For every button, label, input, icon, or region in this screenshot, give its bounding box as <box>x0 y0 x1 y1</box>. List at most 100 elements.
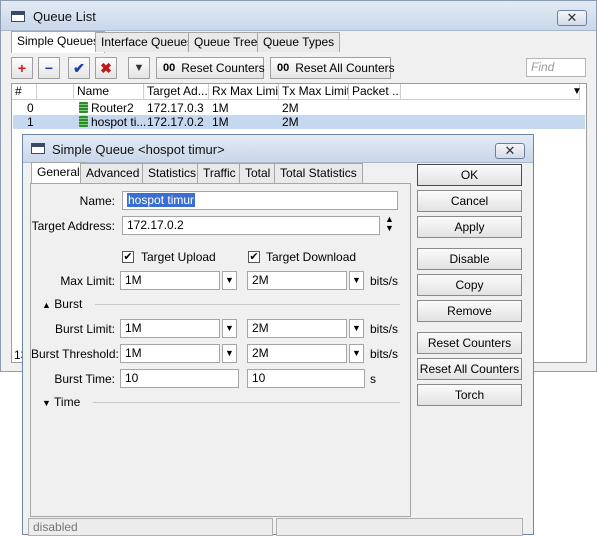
copy-button[interactable]: Copy <box>417 274 522 296</box>
cancel-button[interactable]: Cancel <box>417 190 522 212</box>
row-name-text: Router2 <box>91 101 134 115</box>
burst-threshold-label: Burst Threshold: <box>31 347 119 361</box>
queue-icon <box>79 116 88 127</box>
simple-queue-titlebar[interactable]: Simple Queue <hospot timur> ✕ <box>23 135 533 163</box>
queue-icon <box>79 102 88 113</box>
tab-statistics[interactable]: Statistics <box>142 163 203 183</box>
target-address-label: Target Address: <box>31 219 115 233</box>
row-name: Router2 <box>79 101 134 115</box>
disable-button[interactable]: ✖ <box>95 57 117 79</box>
burst-time-download-input[interactable]: 10 <box>247 369 365 388</box>
reset-all-counters-button[interactable]: 00 Reset All Counters <box>270 57 395 79</box>
reset-all-counters-button[interactable]: Reset All Counters <box>417 358 522 380</box>
time-divider <box>93 402 400 403</box>
burst-time-unit: s <box>370 372 376 386</box>
time-section-toggle[interactable]: ▼ Time <box>42 395 80 409</box>
torch-button[interactable]: Torch <box>417 384 522 406</box>
tab-queue-tree[interactable]: Queue Tree <box>188 32 264 52</box>
burst-limit-unit: bits/s <box>370 322 399 336</box>
row-tx: 2M <box>282 101 299 115</box>
name-input[interactable]: hospot timur <box>122 191 398 210</box>
column-header-target[interactable]: Target Ad... <box>144 84 209 100</box>
disable-button[interactable]: Disable <box>417 248 522 270</box>
reset-all-counters-label: Reset All Counters <box>295 61 395 75</box>
dropdown-arrow-icon[interactable]: ▼ <box>349 344 364 363</box>
burst-threshold-download-input[interactable]: 2M <box>247 344 347 363</box>
target-download-checkbox[interactable]: ✔ <box>248 251 260 263</box>
max-limit-unit: bits/s <box>370 274 399 288</box>
reset-counters-button[interactable]: 00 Reset Counters <box>156 57 265 79</box>
dropdown-arrow-icon[interactable]: ▼ <box>222 271 237 290</box>
tab-queue-types[interactable]: Queue Types <box>257 32 341 52</box>
find-input[interactable]: Find <box>526 58 586 77</box>
table-row-selected[interactable]: 1 hospot ti... 172.17.0.2 1M 2M <box>13 115 585 129</box>
tab-total[interactable]: Total <box>239 163 277 183</box>
burst-threshold-unit: bits/s <box>370 347 399 361</box>
expand-arrow-icon: ▼ <box>42 398 51 408</box>
column-header-packet[interactable]: Packet ... <box>349 84 401 100</box>
row-name: hospot ti... <box>79 115 146 129</box>
counter-icon: 00 <box>277 62 290 74</box>
filter-icon[interactable]: ▼ <box>128 57 150 79</box>
remove-button[interactable]: − <box>38 57 60 79</box>
general-panel: Name: hospot timur Target Address: 172.1… <box>30 183 411 517</box>
target-upload-label: Target Upload <box>141 250 216 264</box>
burst-time-label: Burst Time: <box>54 372 115 386</box>
column-header-blank <box>401 84 580 100</box>
row-tx: 2M <box>282 115 299 129</box>
collapse-arrow-icon: ▲ <box>42 300 51 310</box>
apply-button[interactable]: Apply <box>417 216 522 238</box>
column-header-flags[interactable] <box>37 84 74 100</box>
tab-advanced[interactable]: Advanced <box>80 163 146 183</box>
max-limit-download-input[interactable]: 2M <box>247 271 347 290</box>
target-address-updown-icon[interactable]: ▲ ▼ <box>385 215 394 233</box>
tab-traffic[interactable]: Traffic <box>197 163 242 183</box>
column-header-num[interactable]: # <box>12 84 37 100</box>
tab-general[interactable]: General <box>31 162 86 184</box>
row-rx: 1M <box>212 101 229 115</box>
ok-button[interactable]: OK <box>417 164 522 186</box>
burst-section-label: Burst <box>54 297 83 311</box>
name-input-value: hospot timur <box>127 193 196 207</box>
simple-queue-dialog: Simple Queue <hospot timur> ✕ General Ad… <box>22 134 534 536</box>
row-target: 172.17.0.2 <box>147 115 204 129</box>
queue-list-titlebar[interactable]: Queue List ✕ <box>1 1 596 31</box>
dropdown-arrow-icon[interactable]: ▼ <box>222 319 237 338</box>
simple-queue-title: Simple Queue <hospot timur> <box>52 142 225 157</box>
columns-dropdown-icon[interactable]: ▼ <box>572 86 582 97</box>
queue-list-close-button[interactable]: ✕ <box>557 10 587 26</box>
status-bar: disabled <box>28 518 273 536</box>
row-rx: 1M <box>212 115 229 129</box>
target-address-input[interactable]: 172.17.0.2 <box>122 216 380 235</box>
max-limit-upload-input[interactable]: 1M <box>120 271 220 290</box>
column-header-rx-max-limit[interactable]: Rx Max Limit <box>209 84 279 100</box>
burst-section-toggle[interactable]: ▲ Burst <box>42 297 82 311</box>
column-header-name[interactable]: Name <box>74 84 144 100</box>
burst-limit-upload-input[interactable]: 1M <box>120 319 220 338</box>
queue-list-title: Queue List <box>33 9 96 24</box>
table-row[interactable]: 0 Router2 172.17.0.3 1M 2M <box>13 101 585 115</box>
tab-total-statistics[interactable]: Total Statistics <box>274 163 363 183</box>
dropdown-arrow-icon[interactable]: ▼ <box>349 271 364 290</box>
burst-time-upload-input[interactable]: 10 <box>120 369 239 388</box>
burst-threshold-upload-input[interactable]: 1M <box>120 344 220 363</box>
reset-counters-label: Reset Counters <box>181 61 265 75</box>
add-button[interactable]: + <box>11 57 33 79</box>
tab-interface-queues[interactable]: Interface Queues <box>95 32 200 52</box>
burst-limit-label: Burst Limit: <box>54 322 115 336</box>
reset-counters-button[interactable]: Reset Counters <box>417 332 522 354</box>
window-icon <box>11 11 25 22</box>
burst-divider <box>95 304 400 305</box>
remove-button[interactable]: Remove <box>417 300 522 322</box>
simple-queue-close-button[interactable]: ✕ <box>495 143 525 159</box>
dropdown-arrow-icon[interactable]: ▼ <box>349 319 364 338</box>
row-name-text: hospot ti... <box>91 115 147 129</box>
status-bar-secondary <box>276 518 523 536</box>
dropdown-arrow-icon[interactable]: ▼ <box>222 344 237 363</box>
target-upload-checkbox[interactable]: ✔ <box>122 251 134 263</box>
tab-simple-queues[interactable]: Simple Queues <box>11 31 106 53</box>
time-section-label: Time <box>54 395 81 409</box>
burst-limit-download-input[interactable]: 2M <box>247 319 347 338</box>
column-header-tx-max-limit[interactable]: Tx Max Limit <box>279 84 349 100</box>
enable-button[interactable]: ✔ <box>68 57 90 79</box>
